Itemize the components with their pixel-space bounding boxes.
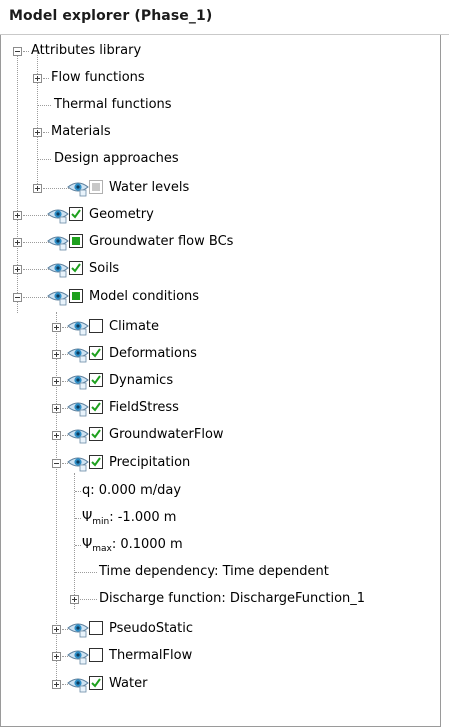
tree-node-psi-min[interactable]: Ψmin: -1.000 m: [1, 508, 301, 528]
visibility-checkbox[interactable]: [89, 180, 103, 194]
subscript: max: [92, 544, 112, 554]
tree-node-climate[interactable]: Climate: [1, 317, 301, 337]
visibility-checkbox[interactable]: [69, 207, 83, 221]
tree-node-discharge-function[interactable]: Discharge function: DischargeFunction_1: [1, 589, 421, 609]
tree-node-model-conditions[interactable]: Model conditions: [1, 287, 301, 307]
visibility-checkbox[interactable]: [89, 346, 103, 360]
expand-icon[interactable]: [33, 74, 42, 83]
eye-icon[interactable]: [67, 675, 89, 693]
eye-icon[interactable]: [47, 260, 69, 278]
expand-icon[interactable]: [52, 625, 61, 634]
expand-icon[interactable]: [52, 431, 61, 440]
tree-node-thermalflow[interactable]: ThermalFlow: [1, 646, 301, 666]
model-explorer-panel: Model explorer (Phase_1) Attributes libr…: [0, 0, 449, 728]
visibility-checkbox[interactable]: [89, 676, 103, 690]
psi-symbol: Ψ: [82, 537, 93, 552]
collapse-icon[interactable]: [13, 293, 22, 302]
psi-symbol: Ψ: [82, 510, 93, 525]
tree-node-groundwater-flow-bcs[interactable]: Groundwater flow BCs: [1, 232, 301, 252]
eye-icon[interactable]: [67, 372, 89, 390]
model-tree: Attributes library Flow functions Therma…: [0, 35, 441, 727]
expand-icon[interactable]: [13, 211, 22, 220]
eye-icon[interactable]: [47, 206, 69, 224]
visibility-checkbox[interactable]: [89, 400, 103, 414]
eye-icon[interactable]: [67, 426, 89, 444]
eye-icon[interactable]: [67, 399, 89, 417]
visibility-checkbox[interactable]: [89, 319, 103, 333]
tree-node-dynamics[interactable]: Dynamics: [1, 371, 301, 391]
tree-node-q[interactable]: q: 0.000 m/day: [1, 481, 301, 501]
eye-icon[interactable]: [67, 647, 89, 665]
eye-icon[interactable]: [67, 179, 89, 197]
collapse-icon[interactable]: [52, 459, 61, 468]
collapse-icon[interactable]: [13, 47, 22, 56]
tree-node-pseudostatic[interactable]: PseudoStatic: [1, 619, 301, 639]
tree-node-design-approaches[interactable]: Design approaches: [1, 149, 301, 169]
expand-icon[interactable]: [52, 377, 61, 386]
visibility-checkbox[interactable]: [69, 289, 83, 303]
eye-icon[interactable]: [47, 288, 69, 306]
tree-node-fieldstress[interactable]: FieldStress: [1, 398, 301, 418]
tree-node-groundwaterflow[interactable]: GroundwaterFlow: [1, 425, 301, 445]
tree-node-water-levels[interactable]: Water levels: [1, 178, 301, 198]
eye-icon[interactable]: [67, 454, 89, 472]
expand-icon[interactable]: [52, 350, 61, 359]
expand-icon[interactable]: [52, 323, 61, 332]
tree-node-time-dependency[interactable]: Time dependency: Time dependent: [1, 562, 329, 582]
expand-icon[interactable]: [13, 238, 22, 247]
expand-icon[interactable]: [13, 265, 22, 274]
subscript: min: [92, 517, 110, 527]
tree-node-precipitation[interactable]: Precipitation: [1, 453, 301, 473]
tree-node-thermal-functions[interactable]: Thermal functions: [1, 95, 301, 115]
tree-node-soils[interactable]: Soils: [1, 259, 301, 279]
expand-icon[interactable]: [52, 652, 61, 661]
eye-icon[interactable]: [67, 345, 89, 363]
visibility-checkbox[interactable]: [69, 234, 83, 248]
visibility-checkbox[interactable]: [69, 261, 83, 275]
value: : -1.000 m: [109, 510, 177, 525]
expand-icon[interactable]: [52, 680, 61, 689]
panel-title-bar: Model explorer (Phase_1): [0, 0, 449, 35]
visibility-checkbox[interactable]: [89, 455, 103, 469]
visibility-checkbox[interactable]: [89, 427, 103, 441]
value: : 0.1000 m: [111, 537, 183, 552]
expand-icon[interactable]: [70, 595, 79, 604]
tree-node-geometry[interactable]: Geometry: [1, 205, 301, 225]
tree-node-attributes-library[interactable]: Attributes library: [1, 41, 301, 61]
expand-icon[interactable]: [33, 128, 42, 137]
tree-node-deformations[interactable]: Deformations: [1, 344, 301, 364]
tree-node-flow-functions[interactable]: Flow functions: [1, 68, 301, 88]
tree-node-materials[interactable]: Materials: [1, 122, 301, 142]
expand-icon[interactable]: [52, 404, 61, 413]
expand-icon[interactable]: [33, 184, 42, 193]
tree-node-water[interactable]: Water: [1, 674, 301, 694]
visibility-checkbox[interactable]: [89, 648, 103, 662]
visibility-checkbox[interactable]: [89, 373, 103, 387]
eye-icon[interactable]: [67, 318, 89, 336]
visibility-checkbox[interactable]: [89, 621, 103, 635]
eye-icon[interactable]: [47, 233, 69, 251]
eye-icon[interactable]: [67, 620, 89, 638]
tree-node-psi-max[interactable]: Ψmax: 0.1000 m: [1, 535, 301, 555]
panel-title: Model explorer (Phase_1): [9, 8, 213, 24]
